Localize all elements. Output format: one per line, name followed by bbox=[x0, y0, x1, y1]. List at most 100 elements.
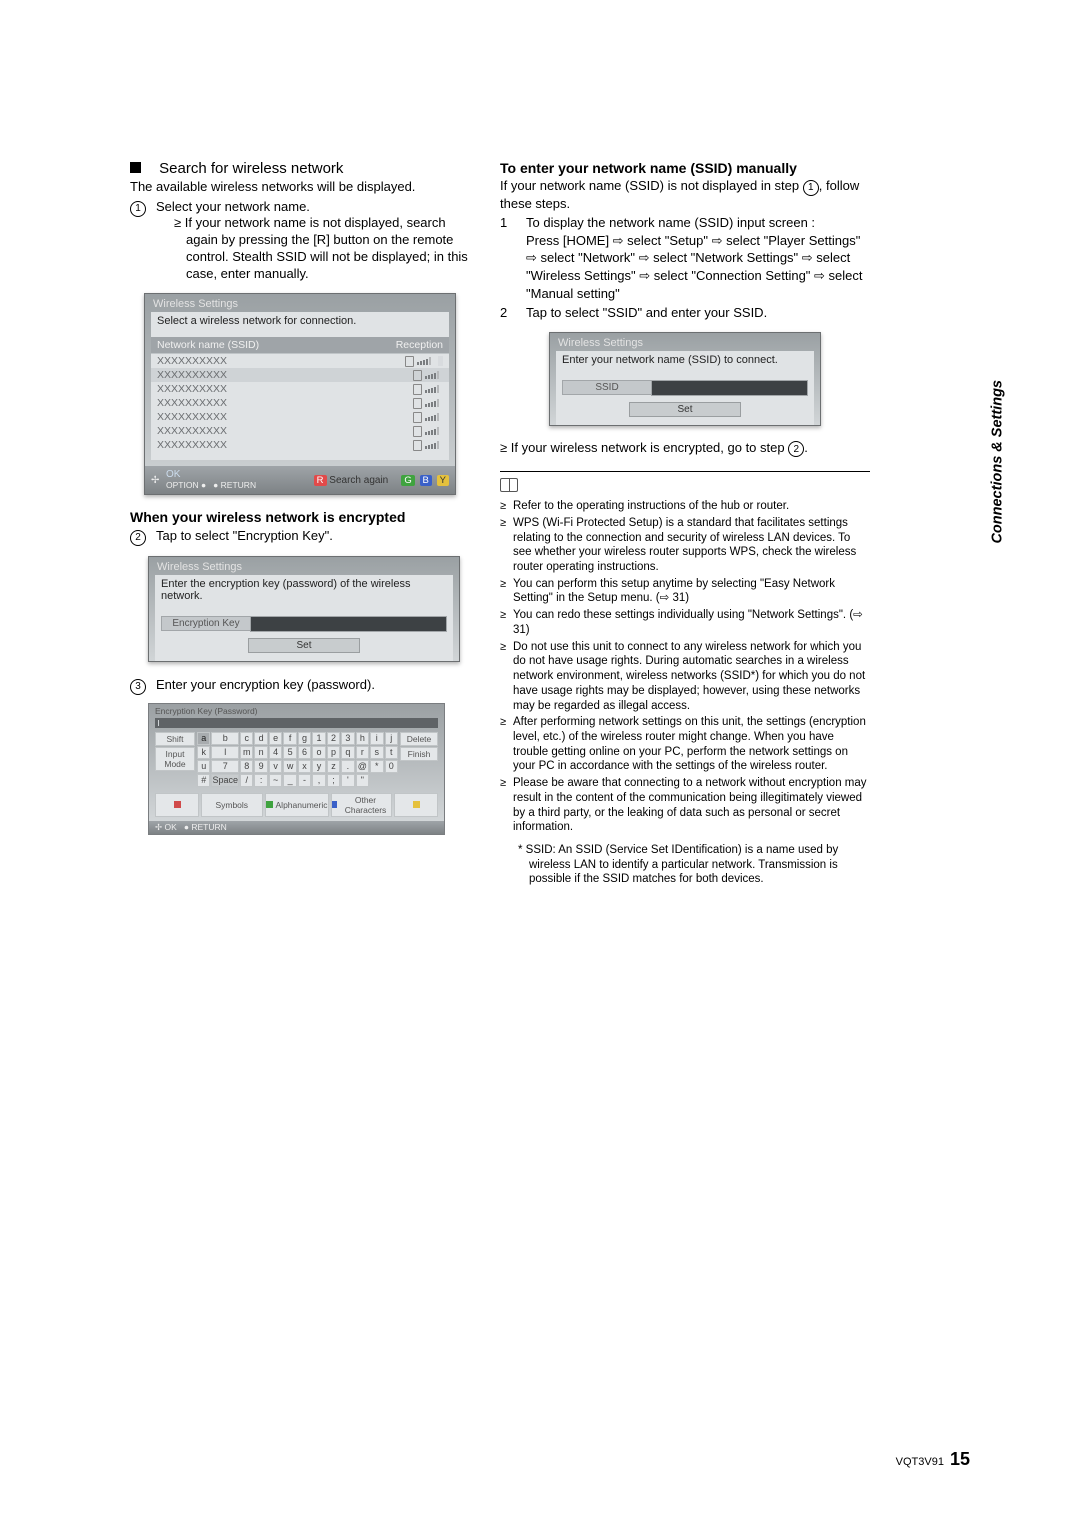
space-key[interactable]: Space bbox=[211, 774, 239, 787]
input-mode-button[interactable]: Input Mode bbox=[155, 747, 195, 771]
keyboard-key[interactable]: m bbox=[240, 746, 253, 759]
alphanumeric-tab[interactable]: Alphanumeric bbox=[265, 793, 329, 817]
keyboard-key[interactable]: 0 bbox=[385, 760, 398, 773]
delete-button[interactable]: Delete bbox=[400, 732, 438, 746]
keyboard-key[interactable]: t bbox=[385, 746, 398, 759]
set-button[interactable]: Set bbox=[629, 402, 741, 417]
keyboard-key[interactable]: 5 bbox=[283, 746, 296, 759]
keyboard-key[interactable]: 3 bbox=[341, 732, 354, 745]
keyboard-key[interactable]: k bbox=[197, 746, 210, 759]
circled-1-icon: 1 bbox=[803, 180, 819, 196]
keyboard-key[interactable]: 2 bbox=[327, 732, 340, 745]
note-item: After performing network settings on thi… bbox=[500, 715, 870, 774]
blue-square-icon bbox=[332, 801, 337, 808]
list-item[interactable]: XXXXXXXXXX bbox=[151, 368, 449, 382]
kb-title: Encryption Key (Password) bbox=[155, 706, 258, 716]
panel-title: Wireless Settings bbox=[550, 333, 820, 349]
list-item[interactable]: XXXXXXXXXX bbox=[151, 410, 449, 424]
keyboard-key[interactable]: ~ bbox=[269, 774, 282, 787]
kb-input-bar[interactable] bbox=[155, 718, 438, 728]
keyboard-key[interactable]: 4 bbox=[269, 746, 282, 759]
ek-input[interactable] bbox=[250, 616, 447, 632]
keyboard-key[interactable]: j bbox=[385, 732, 398, 745]
step1-bullet: ≥ If your network name is not displayed,… bbox=[174, 215, 470, 283]
keyboard-key[interactable]: x bbox=[298, 760, 311, 773]
keyboard-key[interactable]: i bbox=[370, 732, 383, 745]
keyboard-key[interactable]: a bbox=[197, 732, 210, 745]
keyboard-key[interactable]: , bbox=[312, 774, 325, 787]
keyboard-key[interactable]: w bbox=[283, 760, 296, 773]
lock-icon bbox=[413, 398, 422, 409]
keyboard-key[interactable]: b bbox=[211, 732, 239, 745]
keyboard-key[interactable]: v bbox=[269, 760, 282, 773]
list-item[interactable]: XXXXXXXXXX bbox=[151, 396, 449, 410]
keyboard-key[interactable]: p bbox=[327, 746, 340, 759]
keyboard-key[interactable]: 6 bbox=[298, 746, 311, 759]
manual-step1-path: Press [HOME] ⇨ select "Setup" ⇨ select "… bbox=[526, 232, 870, 302]
other-chars-tab[interactable]: Other Characters bbox=[331, 793, 393, 817]
note-item: Do not use this unit to connect to any w… bbox=[500, 640, 870, 714]
keyboard-key[interactable]: d bbox=[254, 732, 267, 745]
footer-option: OPTION bbox=[166, 480, 199, 490]
footer-ok: OK bbox=[166, 469, 180, 480]
col-ssid-header: Network name (SSID) bbox=[157, 339, 396, 351]
keyboard-key[interactable]: f bbox=[283, 732, 296, 745]
signal-icon bbox=[425, 427, 443, 435]
keyboard-key[interactable]: q bbox=[341, 746, 354, 759]
keyboard-key[interactable]: 8 bbox=[240, 760, 253, 773]
keyboard-key[interactable]: g bbox=[298, 732, 311, 745]
keyboard-key[interactable]: ; bbox=[327, 774, 340, 787]
keyboard-key[interactable]: e bbox=[269, 732, 282, 745]
signal-icon bbox=[425, 371, 443, 379]
keyboard-key[interactable]: 1 bbox=[312, 732, 325, 745]
step3-text: Enter your encryption key (password). bbox=[156, 676, 470, 695]
keyboard-key[interactable]: 7 bbox=[211, 760, 239, 773]
keyboard-key[interactable]: @ bbox=[356, 760, 369, 773]
list-item[interactable]: XXXXXXXXXX bbox=[151, 382, 449, 396]
keyboard-key[interactable]: n bbox=[254, 746, 267, 759]
keyboard-key[interactable]: c bbox=[240, 732, 253, 745]
keyboard-key[interactable]: / bbox=[240, 774, 253, 787]
step-3: 3 Enter your encryption key (password). bbox=[130, 676, 470, 695]
manual-heading: To enter your network name (SSID) manual… bbox=[500, 160, 870, 176]
keyboard-key[interactable]: u bbox=[197, 760, 210, 773]
ssid-input[interactable] bbox=[651, 380, 808, 396]
keyboard-key[interactable]: 9 bbox=[254, 760, 267, 773]
green-square-icon bbox=[266, 801, 273, 808]
list-item[interactable]: XXXXXXXXXX bbox=[151, 354, 449, 368]
finish-button[interactable]: Finish bbox=[400, 747, 438, 761]
keyboard-key[interactable]: " bbox=[356, 774, 369, 787]
note-item: Please be aware that connecting to a net… bbox=[500, 776, 870, 835]
keyboard-key[interactable]: y bbox=[312, 760, 325, 773]
set-button[interactable]: Set bbox=[248, 638, 360, 653]
ssid-footnote: * SSID: An SSID (Service Set IDentificat… bbox=[518, 843, 870, 887]
chip-b: B bbox=[420, 475, 432, 486]
yellow-key[interactable] bbox=[394, 793, 438, 817]
list-item[interactable]: XXXXXXXXXX bbox=[151, 424, 449, 438]
keyboard-key[interactable]: : bbox=[254, 774, 267, 787]
keyboard-key[interactable]: - bbox=[298, 774, 311, 787]
shift-button[interactable]: Shift bbox=[155, 732, 195, 746]
keyboard-key[interactable]: l bbox=[211, 746, 239, 759]
panel-footer: ✢ OK OPTION ● ● RETURN R Search again G bbox=[145, 466, 455, 494]
space-key[interactable] bbox=[155, 793, 199, 817]
keyboard-key[interactable]: h bbox=[356, 732, 369, 745]
right-column: To enter your network name (SSID) manual… bbox=[500, 160, 870, 887]
encrypted-note: ≥ If your wireless network is encrypted,… bbox=[500, 440, 870, 458]
keyboard-key[interactable]: ' bbox=[341, 774, 354, 787]
list-item[interactable]: XXXXXXXXXX bbox=[151, 438, 449, 452]
keyboard-key[interactable]: * bbox=[370, 760, 383, 773]
keyboard-key[interactable]: z bbox=[327, 760, 340, 773]
encrypted-heading: When your wireless network is encrypted bbox=[130, 509, 470, 525]
kb-ok: OK bbox=[165, 822, 177, 832]
yellow-square-icon bbox=[413, 801, 420, 808]
keyboard-key[interactable]: o bbox=[312, 746, 325, 759]
lock-icon bbox=[413, 426, 422, 437]
keyboard-key[interactable]: r bbox=[356, 746, 369, 759]
keyboard-key[interactable]: . bbox=[341, 760, 354, 773]
keyboard-key[interactable]: # bbox=[197, 774, 210, 787]
keyboard-key[interactable]: s bbox=[370, 746, 383, 759]
keyboard-key[interactable]: _ bbox=[283, 774, 296, 787]
symbols-tab[interactable]: Symbols bbox=[201, 793, 263, 817]
panel-title: Wireless Settings bbox=[145, 294, 455, 310]
